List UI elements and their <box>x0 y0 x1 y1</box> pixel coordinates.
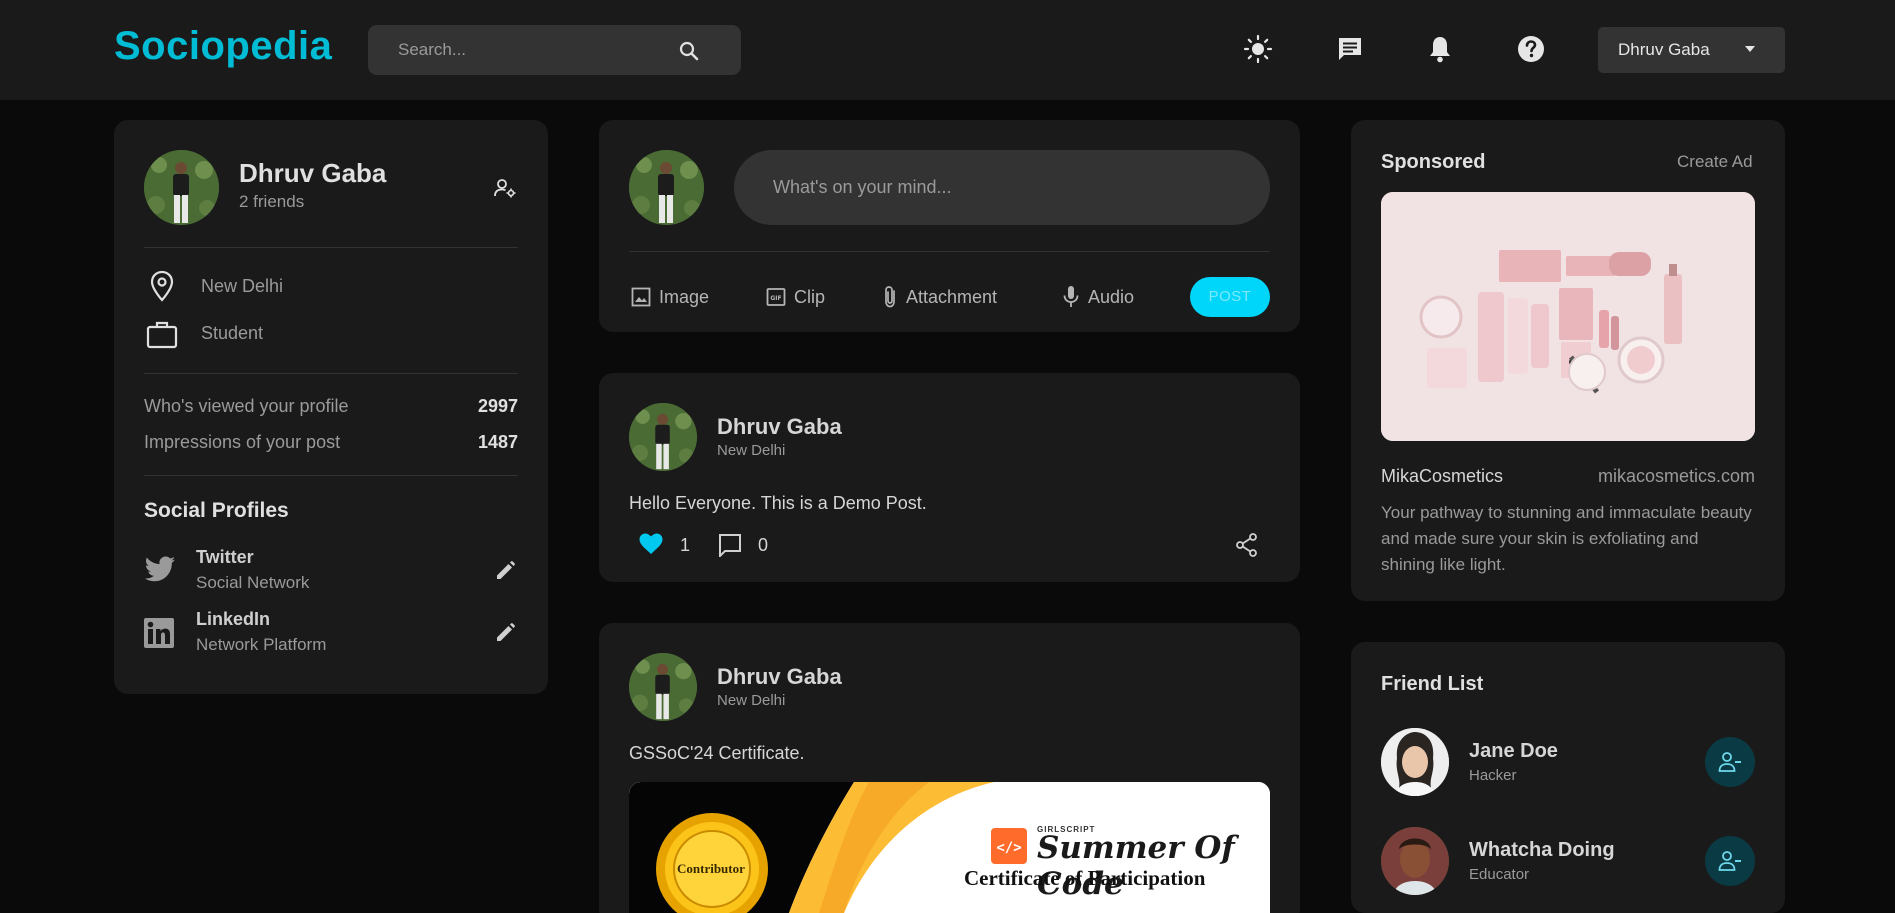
edit-twitter-icon[interactable] <box>494 560 516 582</box>
ad-image[interactable] <box>1381 192 1755 441</box>
chevron-down-icon <box>1745 46 1755 52</box>
search-icon[interactable] <box>677 39 701 63</box>
divider <box>144 247 518 248</box>
sponsored-title: Sponsored <box>1381 151 1486 173</box>
certificate-title-text: Certificate of Participation <box>964 866 1206 890</box>
friend-name[interactable]: Jane Doe <box>1469 740 1558 763</box>
user-menu-label: Dhruv Gaba <box>1618 40 1710 59</box>
post-card <box>599 373 1300 582</box>
composer-avatar <box>629 150 704 225</box>
profile-name[interactable]: Dhruv Gaba <box>239 158 386 189</box>
post-input[interactable]: What's on your mind... <box>734 150 1270 225</box>
heart-icon[interactable] <box>639 533 663 555</box>
friend-role: Hacker <box>1469 767 1517 784</box>
post-text: Hello Everyone. This is a Demo Post. <box>629 493 927 513</box>
friend-name[interactable]: Whatcha Doing <box>1469 839 1615 862</box>
post-input-placeholder: What's on your mind... <box>773 177 952 197</box>
app-logo[interactable]: Sociopedia <box>114 24 332 69</box>
divider <box>629 251 1270 252</box>
stat-value-profile-views: 2997 <box>477 396 518 416</box>
profile-friends-count: 2 friends <box>239 192 305 211</box>
divider <box>144 475 518 476</box>
remove-friend-button[interactable] <box>1705 836 1755 886</box>
post-button-label: POST <box>1208 288 1252 305</box>
image-icon <box>631 287 651 307</box>
post-author-location: New Delhi <box>717 442 786 459</box>
social-linkedin-type: Network Platform <box>196 635 327 654</box>
linkedin-icon <box>144 618 174 648</box>
post-text: GSSoC'24 Certificate. <box>629 743 805 763</box>
image-action-label: Image <box>659 286 710 307</box>
paperclip-icon <box>882 285 898 309</box>
svg-text:</>: </> <box>996 840 1021 856</box>
location-icon <box>147 270 177 302</box>
ad-url[interactable]: mikacosmetics.com <box>1598 466 1755 487</box>
search-bar[interactable]: Search... <box>368 25 741 75</box>
edit-linkedin-icon[interactable] <box>494 622 516 644</box>
gif-icon: GIF <box>766 287 786 307</box>
ad-brand-name: MikaCosmetics <box>1381 466 1504 486</box>
post-author-avatar[interactable] <box>629 403 697 471</box>
post-author-location: New Delhi <box>717 692 786 709</box>
social-linkedin-name[interactable]: LinkedIn <box>196 609 270 630</box>
stat-label-impressions: Impressions of your post <box>144 432 341 452</box>
social-profiles-title: Social Profiles <box>144 499 289 522</box>
certificate-badge-text: Contributor <box>677 861 745 876</box>
ad-description: Your pathway to stunning and immaculate … <box>1381 503 1752 574</box>
message-icon[interactable] <box>1335 34 1365 64</box>
person-remove-icon <box>1718 751 1742 773</box>
search-input[interactable]: Search... <box>398 40 466 60</box>
audio-action-button[interactable]: Audio <box>1062 284 1134 310</box>
divider <box>144 373 518 374</box>
svg-text:GIF: GIF <box>770 295 781 302</box>
manage-account-icon[interactable] <box>493 176 517 200</box>
user-menu-dropdown[interactable]: Dhruv Gaba <box>1598 27 1785 73</box>
profile-location: New Delhi <box>201 276 284 296</box>
friend-avatar[interactable] <box>1381 728 1449 796</box>
post-button[interactable]: POST <box>1190 277 1270 317</box>
briefcase-icon <box>146 319 178 349</box>
post-author-name[interactable]: Dhruv Gaba <box>717 664 842 690</box>
sun-icon[interactable] <box>1243 34 1273 64</box>
profile-avatar[interactable] <box>144 150 219 225</box>
top-navbar: Sociopedia Search... Dhruv Gaba <box>0 0 1895 100</box>
friend-list-title: Friend List <box>1381 673 1484 695</box>
friend-role: Educator <box>1469 866 1530 883</box>
clip-action-label: Clip <box>794 286 826 307</box>
social-twitter-name[interactable]: Twitter <box>196 547 254 568</box>
twitter-icon <box>144 556 176 584</box>
stat-label-profile-views: Who's viewed your profile <box>144 396 349 416</box>
clip-action-button[interactable]: GIF Clip <box>766 284 825 310</box>
profile-occupation: Student <box>201 323 264 343</box>
stat-value-impressions: 1487 <box>477 432 518 452</box>
audio-action-label: Audio <box>1088 286 1135 307</box>
social-twitter-type: Social Network <box>196 573 310 592</box>
post-author-name[interactable]: Dhruv Gaba <box>717 414 842 440</box>
create-ad-link[interactable]: Create Ad <box>1677 152 1753 172</box>
bell-icon[interactable] <box>1425 34 1455 64</box>
share-icon[interactable] <box>1236 533 1258 557</box>
like-count: 1 <box>680 535 691 555</box>
remove-friend-button[interactable] <box>1705 737 1755 787</box>
post-image-certificate[interactable]: </> Contributor GIRLSCRIPT Summer Of Cod… <box>629 782 1270 913</box>
help-icon[interactable] <box>1516 34 1546 64</box>
person-remove-icon <box>1718 850 1742 872</box>
post-author-avatar[interactable] <box>629 653 697 721</box>
microphone-icon <box>1062 285 1080 309</box>
comment-count: 0 <box>758 535 769 555</box>
image-action-button[interactable]: Image <box>631 284 709 310</box>
attachment-action-label: Attachment <box>906 286 998 307</box>
comment-icon[interactable] <box>718 533 742 557</box>
attachment-action-button[interactable]: Attachment <box>882 284 997 310</box>
friend-avatar[interactable] <box>1381 827 1449 895</box>
